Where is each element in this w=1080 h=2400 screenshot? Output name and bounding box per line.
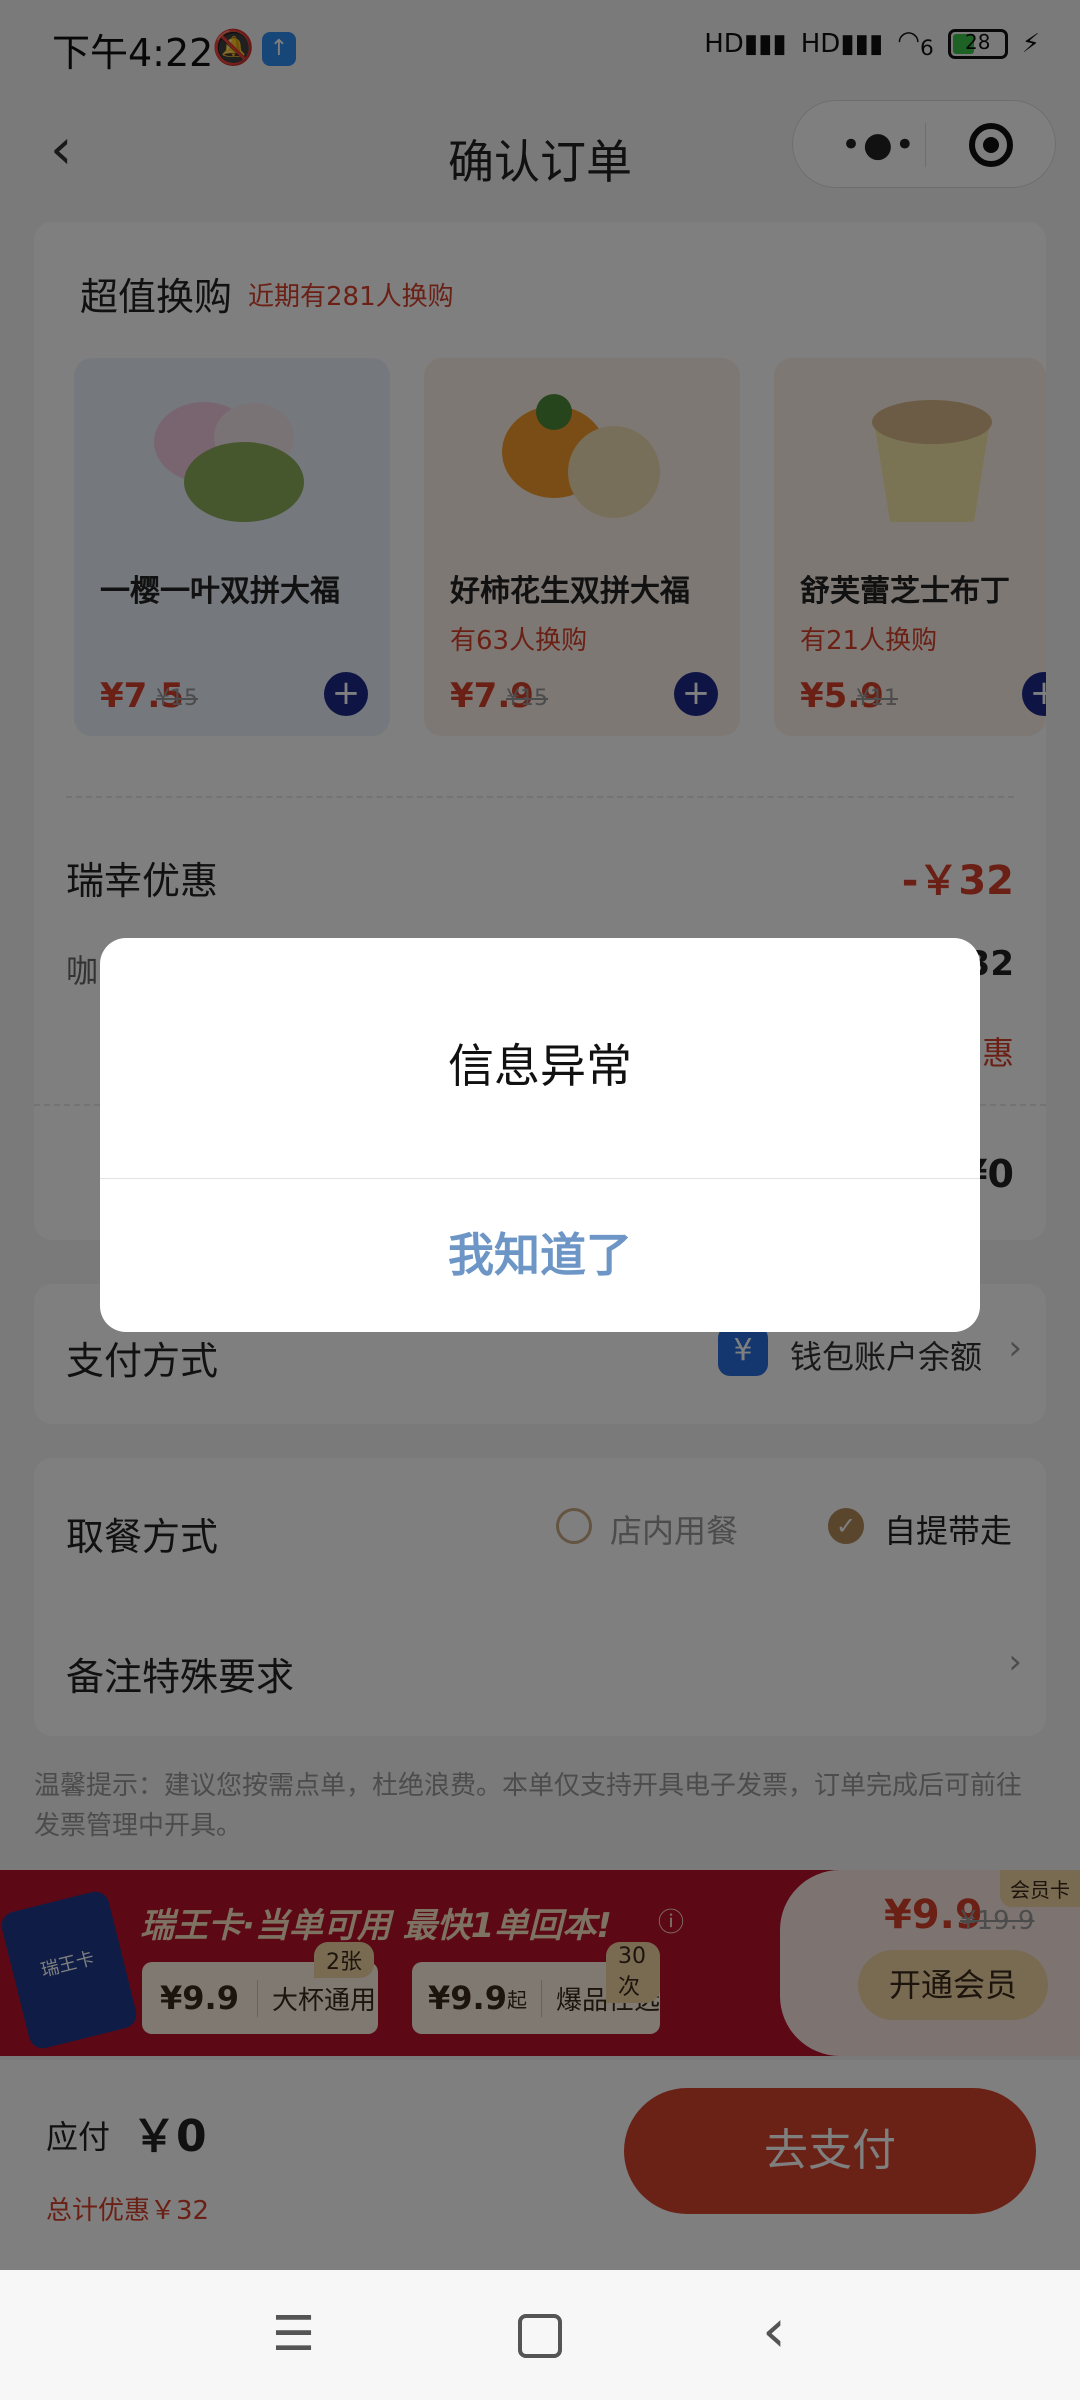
system-nav-bar: ☰ ‹ [0, 2270, 1080, 2400]
dialog-message: 信息异常 [448, 1039, 632, 1093]
back-icon[interactable]: ‹ [762, 2296, 786, 2366]
error-dialog: 信息异常 我知道了 [100, 938, 980, 1332]
dialog-confirm-button[interactable]: 我知道了 [100, 1178, 980, 1332]
menu-icon[interactable]: ☰ [272, 2306, 315, 2362]
home-icon[interactable] [518, 2314, 562, 2358]
